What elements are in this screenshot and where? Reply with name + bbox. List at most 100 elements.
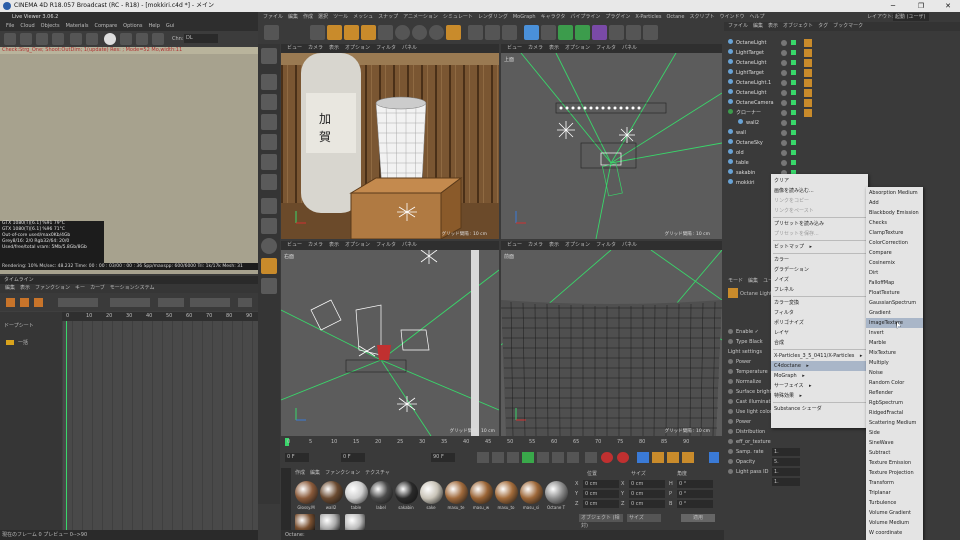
record-icon[interactable] bbox=[601, 452, 613, 463]
texture-menu-item[interactable]: Compare bbox=[869, 248, 921, 258]
floor-icon[interactable] bbox=[609, 25, 624, 40]
context-menu-item[interactable]: ビットマップ bbox=[774, 242, 812, 252]
context-menu-item[interactable]: クリア bbox=[774, 176, 789, 186]
channel-select[interactable]: DL bbox=[184, 34, 218, 43]
vp-menu-camera[interactable]: カメラ bbox=[528, 45, 543, 51]
radio-icon[interactable] bbox=[728, 399, 733, 404]
visibility-dots[interactable] bbox=[781, 70, 787, 76]
interp-tools[interactable] bbox=[190, 298, 230, 307]
prev-key-icon[interactable] bbox=[492, 452, 504, 463]
texture-menu-item[interactable]: Gradient bbox=[869, 308, 921, 318]
scale-icon[interactable] bbox=[344, 25, 359, 40]
menu-octane[interactable]: Octane bbox=[666, 14, 684, 20]
octane-tag-icon[interactable] bbox=[804, 99, 812, 107]
loop-icon[interactable] bbox=[585, 452, 597, 463]
coord-field[interactable]: 0 cm bbox=[583, 490, 619, 498]
menu-pipeline[interactable]: パイプライン bbox=[570, 14, 600, 20]
menu-xparticles[interactable]: X-Particles bbox=[635, 14, 661, 20]
context-menu-item[interactable]: リンクをコピー bbox=[774, 196, 809, 206]
vp-menu-filter[interactable]: フィルタ bbox=[596, 45, 616, 51]
viewport-top[interactable]: 上面 グリッド間隔 : 10 cm bbox=[501, 53, 722, 239]
mat-menu-function[interactable]: ファンクション bbox=[325, 470, 360, 476]
radio-icon[interactable] bbox=[728, 439, 733, 444]
radio-icon[interactable] bbox=[728, 409, 733, 414]
context-menu-item[interactable]: グラデーション bbox=[774, 265, 809, 275]
viewport-right[interactable]: 右面 グリッド間隔 : 10 cm bbox=[281, 250, 499, 436]
enable-check-icon[interactable] bbox=[791, 150, 796, 155]
object-row[interactable]: wall2 bbox=[738, 118, 858, 128]
coord-field[interactable]: 0 ° bbox=[677, 480, 713, 488]
material-swatch[interactable] bbox=[495, 481, 518, 504]
layout-select[interactable]: 起動 (ユーザ) bbox=[893, 13, 929, 21]
texture-menu-item[interactable]: ColorCorrection bbox=[869, 238, 921, 248]
mat-menu-create[interactable]: 作成 bbox=[295, 470, 305, 476]
visibility-dots[interactable] bbox=[781, 110, 787, 116]
key-icon[interactable] bbox=[34, 298, 43, 307]
coord-field[interactable]: 0 cm bbox=[583, 500, 619, 508]
texture-menu-item[interactable]: Subtract bbox=[869, 448, 921, 458]
undo-icon[interactable] bbox=[264, 25, 279, 40]
context-menu-item[interactable]: フレネル bbox=[774, 285, 794, 295]
render-view-icon[interactable] bbox=[468, 25, 483, 40]
menu-script[interactable]: スクリプト bbox=[689, 14, 714, 20]
vp-menu-options[interactable]: オプション bbox=[345, 45, 370, 51]
pin-icon[interactable] bbox=[136, 33, 148, 45]
texture-menu-item[interactable]: Multiply bbox=[869, 358, 921, 368]
lv-menu-objects[interactable]: Objects bbox=[41, 23, 60, 29]
tl-menu-view[interactable]: 表示 bbox=[20, 285, 30, 291]
object-row[interactable]: クローナー bbox=[728, 108, 848, 118]
radio-icon[interactable] bbox=[728, 329, 733, 334]
texture-menu-item[interactable]: Noise bbox=[869, 368, 921, 378]
visibility-dots[interactable] bbox=[781, 120, 787, 126]
viewport-front[interactable]: 前面 グリッド間隔 : 10 cm bbox=[501, 250, 722, 436]
visibility-dots[interactable] bbox=[781, 160, 787, 166]
context-menu-item[interactable]: Substance シェーダ bbox=[774, 404, 822, 414]
tl-menu-key[interactable]: キー bbox=[75, 285, 85, 291]
render-settings-icon[interactable] bbox=[502, 25, 517, 40]
menu-file[interactable]: ファイル bbox=[263, 14, 283, 20]
attribute-row[interactable]: Temperature bbox=[728, 368, 768, 376]
tl-menu-function[interactable]: ファンクション bbox=[35, 285, 70, 291]
coord-size-select[interactable]: サイズ bbox=[627, 514, 661, 522]
radio-icon[interactable] bbox=[728, 429, 733, 434]
visibility-dots[interactable] bbox=[781, 130, 787, 136]
octane-icon[interactable] bbox=[261, 278, 277, 294]
prev-frame-icon[interactable] bbox=[507, 452, 519, 463]
texture-menu-item[interactable]: Add bbox=[869, 198, 921, 208]
visibility-dots[interactable] bbox=[781, 140, 787, 146]
key-rotate-icon[interactable] bbox=[682, 452, 694, 463]
vp-menu-view[interactable]: ビュー bbox=[287, 45, 302, 51]
vp-menu-panel[interactable]: パネル bbox=[622, 45, 637, 51]
attribute-value-field[interactable]: 1. bbox=[772, 468, 800, 476]
texture-menu-item[interactable]: Marble bbox=[869, 338, 921, 348]
light-icon[interactable] bbox=[643, 25, 658, 40]
y-axis-icon[interactable] bbox=[412, 25, 427, 40]
workplane-icon[interactable] bbox=[261, 258, 277, 274]
coord-field[interactable]: 0 ° bbox=[677, 500, 713, 508]
texture-menu-item[interactable]: MixTexture bbox=[869, 348, 921, 358]
lv-menu-help[interactable]: Help bbox=[148, 23, 159, 29]
rotate-icon[interactable] bbox=[361, 25, 376, 40]
octane-tag-icon[interactable] bbox=[804, 49, 812, 57]
mat-menu-edit[interactable]: 編集 bbox=[310, 470, 320, 476]
object-row[interactable]: LightTarget bbox=[728, 48, 848, 58]
coord-field[interactable]: 0 ° bbox=[677, 490, 713, 498]
playhead[interactable] bbox=[66, 321, 67, 530]
radio-icon[interactable] bbox=[728, 369, 733, 374]
context-menu-item[interactable]: プリセットを読み込み bbox=[774, 219, 824, 229]
context-menu-item[interactable]: 画像を読み込む... bbox=[774, 186, 814, 196]
octane-tag-icon[interactable] bbox=[804, 59, 812, 67]
save-icon[interactable] bbox=[152, 33, 164, 45]
octane-tag-icon[interactable] bbox=[804, 89, 812, 97]
context-menu-item[interactable]: 合成 bbox=[774, 338, 784, 348]
menu-edit[interactable]: 編集 bbox=[288, 14, 298, 20]
vp-menu-view[interactable]: ビュー bbox=[507, 45, 522, 51]
texture-menu-item[interactable]: SineWave bbox=[869, 438, 921, 448]
attribute-row[interactable]: Power bbox=[728, 358, 751, 366]
close-button[interactable]: ✕ bbox=[937, 0, 959, 12]
texture-menu-item[interactable]: Transform bbox=[869, 478, 921, 488]
menu-render[interactable]: レンダリング bbox=[478, 14, 508, 20]
mode-icon[interactable] bbox=[261, 48, 277, 64]
start-frame-field[interactable]: 0 F bbox=[341, 453, 365, 462]
texture-menu-item[interactable]: Side bbox=[869, 428, 921, 438]
